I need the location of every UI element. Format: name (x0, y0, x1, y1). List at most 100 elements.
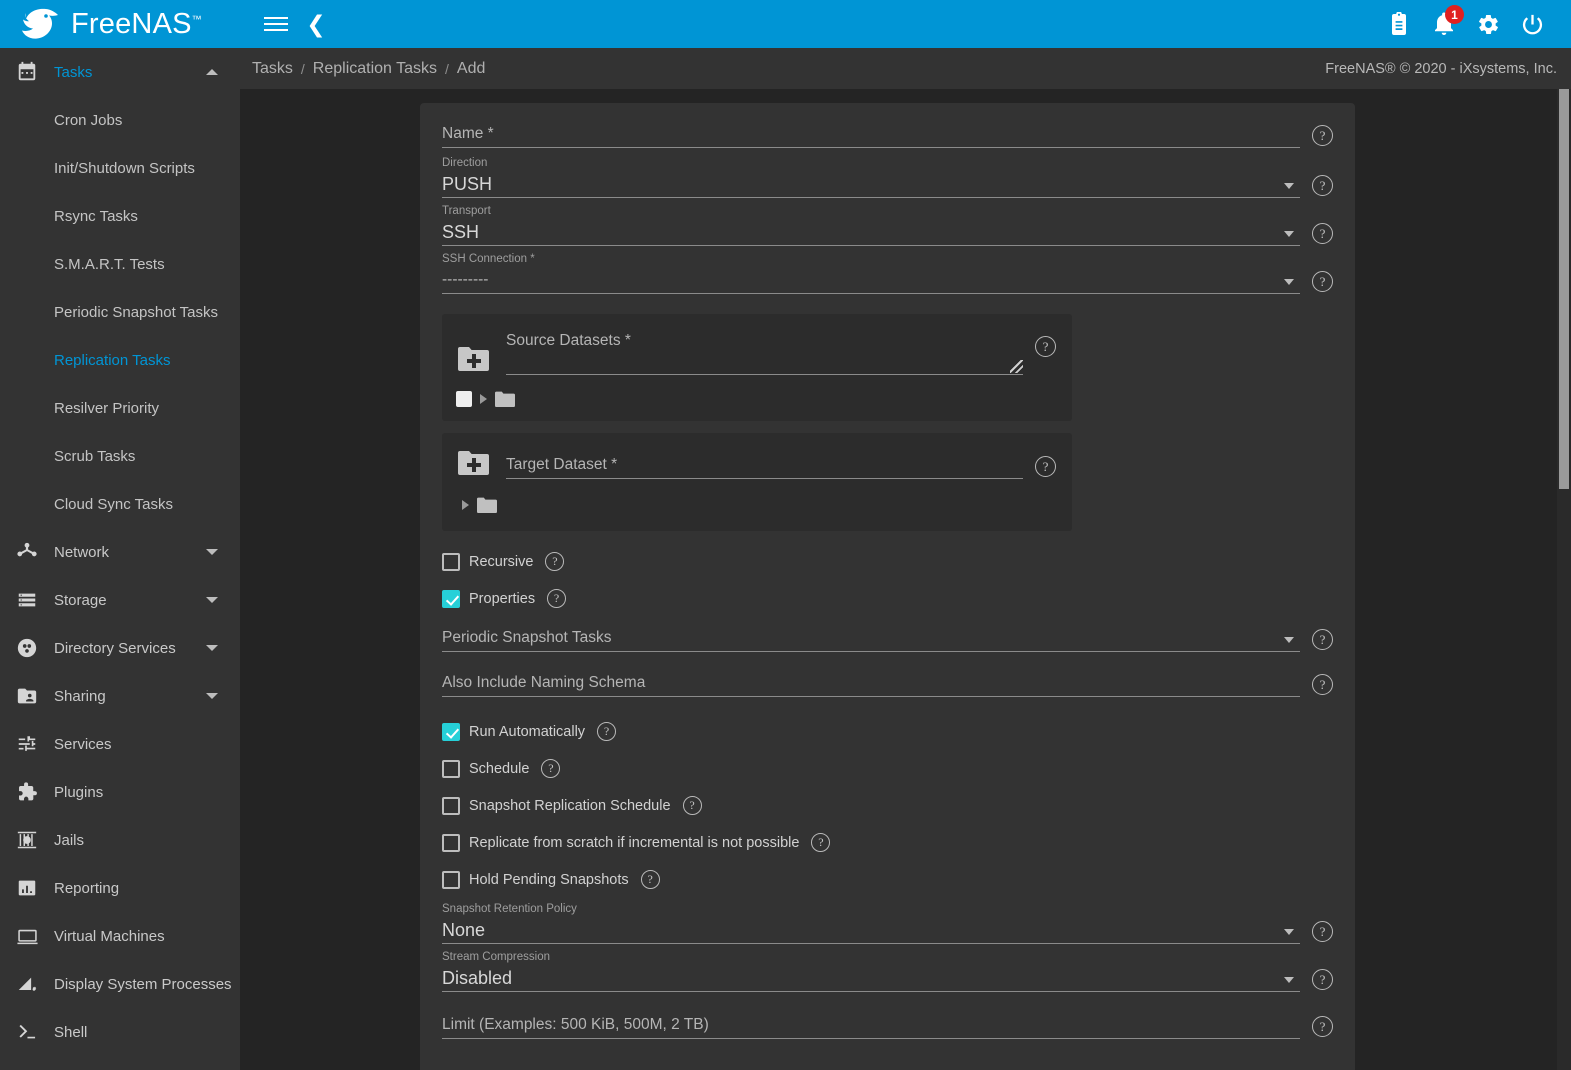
gear-icon[interactable] (1471, 7, 1505, 41)
breadcrumb-item-add[interactable]: Add (457, 60, 485, 78)
sidebar-item-network[interactable]: Network (0, 528, 240, 576)
help-icon-run-automatically[interactable]: ? (597, 722, 616, 741)
field-name: Name * ? (442, 121, 1333, 148)
help-icon-source-datasets[interactable]: ? (1035, 336, 1056, 357)
folder-add-icon[interactable] (456, 345, 492, 375)
tree-node-checkbox[interactable] (456, 391, 472, 407)
folder-icon[interactable] (477, 497, 497, 513)
help-icon-snapshot-retention-policy[interactable]: ? (1312, 921, 1333, 942)
field-periodic-snapshot-tasks: Periodic Snapshot Tasks ? (442, 625, 1333, 652)
limit-input[interactable]: Limit (Examples: 500 KiB, 500M, 2 TB) (442, 1012, 1300, 1038)
sharing-icon (0, 685, 54, 707)
chevron-right-icon[interactable] (480, 394, 487, 404)
breadcrumb-item-replication-tasks[interactable]: Replication Tasks (313, 60, 437, 78)
help-icon-transport[interactable]: ? (1312, 223, 1333, 244)
help-icon-periodic-snapshot-tasks[interactable]: ? (1312, 629, 1333, 650)
schedule-checkbox[interactable] (442, 760, 460, 778)
chevron-down-icon[interactable] (206, 693, 218, 699)
replicate-from-scratch-checkbox[interactable] (442, 834, 460, 852)
chevron-right-icon[interactable] (462, 500, 469, 510)
recursive-checkbox[interactable] (442, 553, 460, 571)
chevron-up-icon[interactable] (206, 69, 218, 75)
clipboard-icon[interactable] (1383, 7, 1417, 41)
sidebar-item-shell[interactable]: Shell (0, 1008, 240, 1056)
chevron-down-icon[interactable] (1284, 183, 1294, 189)
sidebar-item-scrub-tasks[interactable]: Scrub Tasks (0, 432, 240, 480)
hamburger-icon[interactable] (256, 0, 296, 48)
sidebar-item-rsync-tasks[interactable]: Rsync Tasks (0, 192, 240, 240)
chevron-down-icon[interactable] (206, 645, 218, 651)
breadcrumb-item-tasks[interactable]: Tasks (252, 60, 293, 78)
field-limit: Limit (Examples: 500 KiB, 500M, 2 TB) ? (442, 1012, 1333, 1039)
help-icon-schedule[interactable]: ? (541, 759, 560, 778)
help-icon-limit[interactable]: ? (1312, 1016, 1333, 1037)
brand-name: FreeNAS™ (71, 10, 202, 39)
sidebar-item-cron-jobs[interactable]: Cron Jobs (0, 96, 240, 144)
sidebar[interactable]: Tasks Cron Jobs Init/Shutdown Scripts Rs… (0, 48, 240, 1070)
sidebar-item-periodic-snapshot-tasks[interactable]: Periodic Snapshot Tasks (0, 288, 240, 336)
chevron-down-icon[interactable] (1284, 929, 1294, 935)
properties-checkbox[interactable] (442, 590, 460, 608)
textarea-resize-handle[interactable] (1010, 360, 1023, 373)
sidebar-item-reporting[interactable]: Reporting (0, 864, 240, 912)
help-icon-properties[interactable]: ? (547, 589, 566, 608)
run-automatically-checkbox[interactable] (442, 723, 460, 741)
snapshot-retention-policy-select-value[interactable]: None (442, 917, 1300, 943)
sidebar-item-virtual-machines[interactable]: Virtual Machines (0, 912, 240, 960)
chevron-down-icon[interactable] (206, 549, 218, 555)
scrollbar-thumb[interactable] (1559, 89, 1569, 489)
folder-icon[interactable] (495, 391, 515, 407)
ssh-connection-select-value[interactable]: --------- (442, 267, 1300, 293)
help-icon-hold-pending-snapshots[interactable]: ? (641, 870, 660, 889)
sidebar-item-cloud-sync-tasks[interactable]: Cloud Sync Tasks (0, 480, 240, 528)
chevron-down-icon[interactable] (1284, 977, 1294, 983)
sidebar-group-tasks[interactable]: Tasks (0, 48, 240, 96)
help-icon-name[interactable]: ? (1312, 125, 1333, 146)
target-dataset-input[interactable]: Target Dataset * (506, 452, 1023, 478)
sidebar-item-display-system-processes[interactable]: Display System Processes (0, 960, 240, 1008)
direction-select-value[interactable]: PUSH (442, 171, 1300, 197)
page-scrollbar[interactable] (1557, 89, 1571, 1070)
name-input[interactable]: Name * (442, 121, 1300, 147)
help-icon-target-dataset[interactable]: ? (1035, 456, 1056, 477)
help-icon-stream-compression[interactable]: ? (1312, 969, 1333, 990)
target-dataset-tree-row (456, 497, 1056, 513)
help-icon-also-include-naming-schema[interactable]: ? (1312, 674, 1333, 695)
hold-pending-snapshots-checkbox[interactable] (442, 871, 460, 889)
sidebar-item-jails[interactable]: Jails (0, 816, 240, 864)
power-icon[interactable] (1515, 7, 1549, 41)
directory-services-icon (0, 637, 54, 659)
source-datasets-textarea[interactable] (506, 360, 1023, 374)
calendar-icon (0, 61, 54, 83)
sidebar-item-storage[interactable]: Storage (0, 576, 240, 624)
help-icon-recursive[interactable]: ? (545, 552, 564, 571)
sidebar-item-init-shutdown-scripts[interactable]: Init/Shutdown Scripts (0, 144, 240, 192)
network-icon (0, 541, 54, 563)
chevron-down-icon[interactable] (1284, 231, 1294, 237)
sidebar-item-resilver-priority[interactable]: Resilver Priority (0, 384, 240, 432)
chevron-left-icon[interactable]: ❮ (296, 0, 336, 48)
folder-add-icon[interactable] (456, 449, 492, 479)
bell-icon[interactable]: 1 (1427, 7, 1461, 41)
transport-select-value[interactable]: SSH (442, 219, 1300, 245)
chevron-down-icon[interactable] (1284, 637, 1294, 643)
help-icon-direction[interactable]: ? (1312, 175, 1333, 196)
sidebar-item-directory-services[interactable]: Directory Services (0, 624, 240, 672)
sidebar-item-plugins[interactable]: Plugins (0, 768, 240, 816)
help-icon-snapshot-replication-schedule[interactable]: ? (683, 796, 702, 815)
stream-compression-select-value[interactable]: Disabled (442, 965, 1300, 991)
snapshot-replication-schedule-checkbox[interactable] (442, 797, 460, 815)
chevron-down-icon[interactable] (206, 597, 218, 603)
sidebar-item-replication-tasks[interactable]: Replication Tasks (0, 336, 240, 384)
sidebar-item-sharing[interactable]: Sharing (0, 672, 240, 720)
also-include-naming-schema-input[interactable]: Also Include Naming Schema (442, 670, 1300, 696)
sidebar-item-partial-below[interactable] (0, 1056, 240, 1070)
help-icon-ssh-connection[interactable]: ? (1312, 271, 1333, 292)
sidebar-item-services[interactable]: Services (0, 720, 240, 768)
chevron-down-icon[interactable] (1284, 279, 1294, 285)
brand-logo-area[interactable]: FreeNAS™ (0, 0, 240, 48)
sidebar-item-smart-tests[interactable]: S.M.A.R.T. Tests (0, 240, 240, 288)
help-icon-replicate-from-scratch[interactable]: ? (811, 833, 830, 852)
field-snapshot-retention-policy: Snapshot Retention Policy None ? (442, 902, 1333, 944)
periodic-snapshot-tasks-select[interactable]: Periodic Snapshot Tasks (442, 625, 1300, 651)
